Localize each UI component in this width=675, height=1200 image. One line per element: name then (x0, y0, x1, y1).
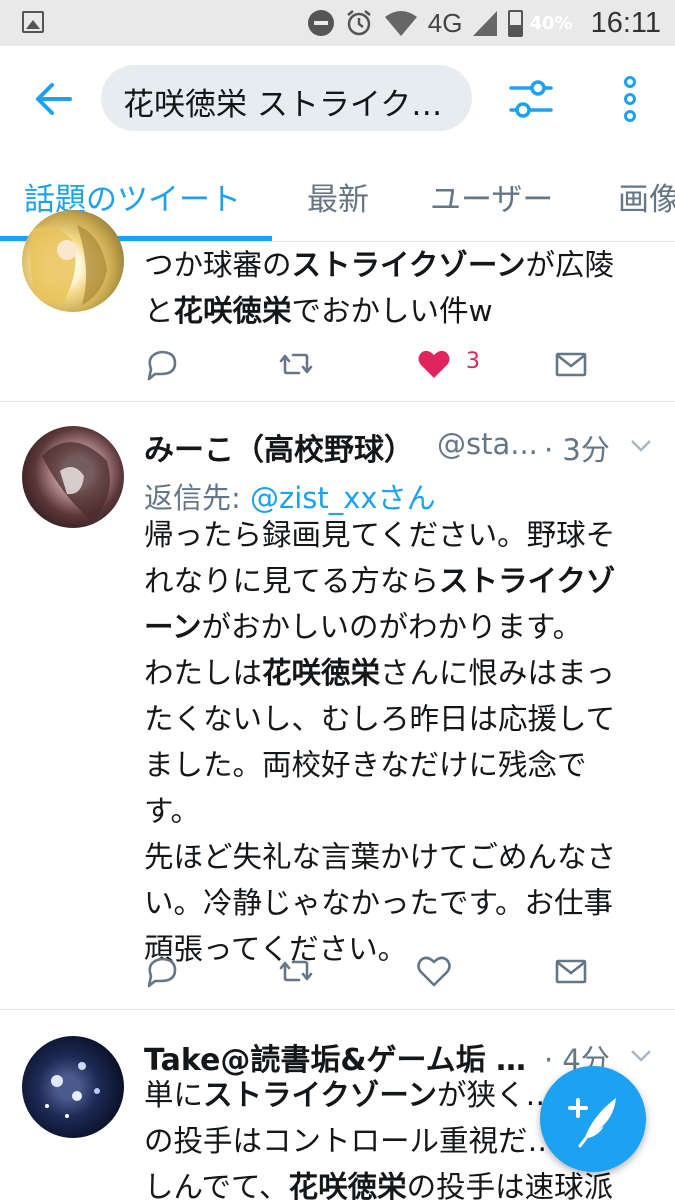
highlighted-keyword: 花咲徳栄 (262, 656, 381, 690)
tweet-text-segment: の投手は速球派 (406, 1170, 614, 1200)
tweet-text-line: ました。両校好きなだけに残念で (144, 742, 654, 788)
avatar-photo (42, 442, 110, 521)
tweet-text: つか球審のストライクゾーンが広陵 と花咲徳栄でおかしい件w (144, 242, 654, 334)
search-query: 花咲徳栄 ストライク… (123, 87, 443, 123)
tweet-timestamp: · 3分 (544, 433, 610, 467)
battery-percent: 40% (529, 12, 573, 34)
alarm-icon (347, 10, 371, 36)
highlighted-keyword: ストライクゾーン (291, 248, 526, 282)
tweet-text-line: い。冷静じゃなかったです。お仕事 (144, 880, 654, 926)
avatar-illustration (30, 225, 107, 305)
status-bar: 4G 40% 16:11 (0, 0, 675, 46)
highlighted-keyword: 花咲徳栄 (288, 1170, 407, 1200)
tweet-text-line: わたしは花咲徳栄さんに恨みはまっ (144, 650, 654, 696)
chevron-down-icon[interactable] (630, 434, 652, 456)
tweet-text-segment: つか球審の (144, 248, 292, 282)
highlighted-keyword: 花咲徳栄 (173, 294, 292, 328)
reply-context: 返信先: @zist_xxさん (144, 475, 436, 517)
direct-message-icon[interactable] (554, 954, 588, 988)
tweet-actions: 3 (144, 347, 644, 387)
reply-icon[interactable] (144, 954, 178, 988)
avatar[interactable] (22, 210, 124, 312)
avatar-starfield (45, 1062, 100, 1118)
battery-icon (508, 9, 524, 37)
reply-prefix: 返信先: (144, 481, 250, 515)
tweet-text-segment: わたしは (144, 656, 263, 690)
tweet-text-line: 帰ったら録画見てください。野球そ (144, 512, 654, 558)
network-type: 4G (427, 7, 463, 38)
more-options-icon[interactable] (610, 74, 650, 124)
compose-feather-icon (568, 1098, 616, 1148)
direct-message-icon[interactable] (554, 347, 588, 381)
tweet-text-segment: 帰ったら録画見てください。野球そ (144, 518, 616, 552)
tweet-text-line: つか球審のストライクゾーンが広陵 (144, 242, 654, 288)
tab-users[interactable]: ユーザー (430, 174, 553, 219)
tweet-text-segment: さんに恨みはまっ (380, 656, 615, 690)
tweet-text: 帰ったら録画見てください。野球そ れなりに見てる方ならストライクゾ ーンがおかしいの… (144, 512, 654, 972)
tweet-text-segment: がおかしいのがわかります。 (201, 610, 583, 644)
highlighted-keyword: ーン (144, 610, 202, 644)
tweet-text-segment: 先ほど失礼な言葉かけてごめんなさ (144, 840, 617, 874)
highlighted-keyword: ストライクゾ (439, 564, 616, 598)
tweet-text-segment: でおかしい件w (291, 294, 493, 328)
avatar[interactable] (22, 1036, 124, 1138)
clock: 16:11 (590, 6, 661, 39)
do-not-disturb-icon (307, 10, 334, 36)
search-header: 花咲徳栄 ストライク… (0, 46, 675, 150)
tweet[interactable]: つか球審のストライクゾーンが広陵 と花咲徳栄でおかしい件w 3 (0, 210, 675, 402)
filter-settings-icon[interactable] (508, 76, 554, 122)
reply-icon[interactable] (144, 347, 178, 381)
reply-to-link[interactable]: @zist_xxさん (250, 481, 436, 515)
tweet-text-segment: 単に (144, 1078, 204, 1112)
wifi-icon (384, 11, 417, 36)
retweet-icon[interactable] (279, 954, 313, 988)
back-arrow-icon[interactable] (30, 76, 76, 122)
tweet-author-name[interactable]: みーこ（高校野球） (144, 425, 414, 469)
compose-tweet-button[interactable] (540, 1066, 646, 1172)
signal-icon (473, 11, 498, 36)
tweet-actions (144, 954, 644, 994)
highlighted-keyword: ストライクゾーン (203, 1078, 437, 1112)
search-input[interactable]: 花咲徳栄 ストライク… (101, 65, 472, 131)
retweet-icon[interactable] (279, 347, 313, 381)
tweet-text-segment: す。 (144, 794, 201, 828)
tweet-text-segment: と (144, 294, 174, 328)
tweet-text-line: れなりに見てる方ならストライクゾ (144, 558, 654, 604)
tweet-text-segment: い。冷静じゃなかったです。お仕事 (144, 886, 614, 920)
like-icon[interactable] (417, 954, 451, 988)
tab-latest[interactable]: 最新 (307, 174, 369, 219)
like-count: 3 (466, 349, 480, 374)
tweet-author-handle[interactable]: @sta... (437, 427, 538, 461)
tweet-text-segment: れなりに見てる方なら (144, 564, 440, 598)
tweet-text-line: ーンがおかしいのがわかります。 (144, 604, 654, 650)
tweet-text-line: 先ほど失礼な言葉かけてごめんなさ (144, 834, 654, 880)
tweet-text-segment: が広陵 (525, 248, 614, 282)
tab-images[interactable]: 画像 (618, 174, 675, 219)
avatar[interactable] (22, 426, 124, 528)
tweet-text-segment: ました。両校好きなだけに残念で (144, 748, 587, 782)
status-icons: 4G 40% 16:11 (307, 0, 661, 46)
tweet-text-segment: の投手はコントロール重視だ…苦 (144, 1124, 587, 1158)
tweet-text-segment: しんでて、 (144, 1170, 289, 1200)
tweet[interactable]: みーこ（高校野球） @sta... · 3分 返信先: @zist_xxさん 帰… (0, 402, 675, 1010)
tweet-text-segment: たくないし、むしろ昨日は応援して (144, 702, 616, 736)
chevron-down-icon[interactable] (630, 1044, 652, 1066)
tweet-text-line: す。 (144, 788, 654, 834)
like-icon[interactable] (417, 347, 451, 381)
tweet-text-line: と花咲徳栄でおかしい件w (144, 288, 654, 334)
image-notification-icon (22, 11, 44, 33)
tweet-text-line: たくないし、むしろ昨日は応援して (144, 696, 654, 742)
